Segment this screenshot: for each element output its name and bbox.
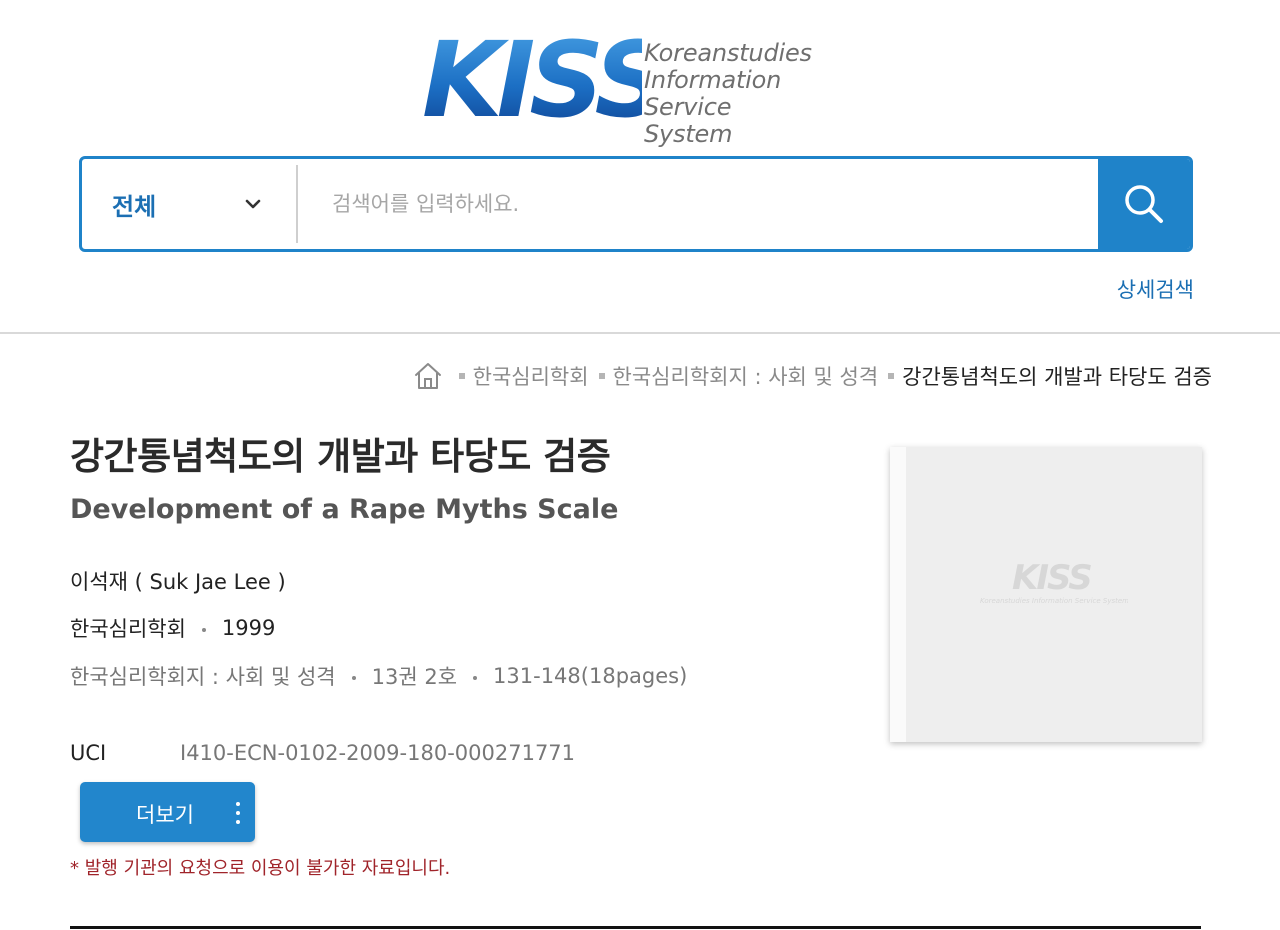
svg-text:Koreanstudies Information Serv: Koreanstudies Information Service System xyxy=(980,597,1128,605)
cover-kiss-logo: KISS Koreanstudies Information Service S… xyxy=(980,558,1128,605)
page-range: 131-148(18pages) xyxy=(493,664,688,688)
uci-value: I410-ECN-0102-2009-180-000271771 xyxy=(180,741,576,765)
separator-dot xyxy=(351,676,356,680)
publisher-info: 한국심리학회 1999 xyxy=(70,613,275,643)
journal-volume: 13권 2호 xyxy=(371,665,458,689)
breadcrumb-item-current: 강간통념척도의 개발과 타당도 검증 xyxy=(902,365,1212,389)
svg-text:KISS: KISS xyxy=(1012,558,1091,598)
section-divider xyxy=(70,926,1201,929)
search-button[interactable] xyxy=(1098,159,1190,249)
home-icon[interactable] xyxy=(413,361,443,391)
more-button[interactable]: 더보기 xyxy=(80,782,255,842)
advanced-search-link[interactable]: 상세검색 xyxy=(1117,274,1194,304)
breadcrumb-separator xyxy=(458,373,465,379)
separator-dot xyxy=(473,676,478,680)
journal-cover-thumbnail: KISS Koreanstudies Information Service S… xyxy=(890,447,1202,742)
cover-spine xyxy=(890,447,906,742)
journal-link[interactable]: 한국심리학회지 : 사회 및 성격 xyxy=(70,661,336,691)
search-input[interactable] xyxy=(298,159,1098,249)
article-title-korean: 강간통념척도의 개발과 타당도 검증 xyxy=(70,435,611,478)
chevron-down-icon xyxy=(245,199,261,209)
logo-line-2: Information xyxy=(644,66,782,94)
search-bar: 전체 xyxy=(79,156,1193,252)
kebab-menu-icon xyxy=(235,802,241,824)
kiss-logo[interactable]: KISS Koreanstudies Information Service S… xyxy=(420,18,820,148)
article-author[interactable]: 이석재 ( Suk Jae Lee ) xyxy=(70,566,286,596)
publication-year: 1999 xyxy=(221,616,276,640)
kiss-logo-text: Koreanstudies Information Service System xyxy=(644,40,820,148)
access-notice: * 발행 기관의 요청으로 이용이 불가한 자료입니다. xyxy=(70,858,451,879)
search-scope-label: 전체 xyxy=(112,192,157,221)
header-divider xyxy=(0,332,1280,334)
search-scope-dropdown[interactable]: 전체 xyxy=(82,159,298,249)
publisher-link[interactable]: 한국심리학회 xyxy=(70,613,186,643)
search-icon xyxy=(1125,185,1163,223)
uci-label: UCI xyxy=(70,741,107,765)
article-title-english: Development of a Rape Myths Scale xyxy=(70,494,619,525)
breadcrumb-separator xyxy=(888,373,895,379)
svg-text:KISS: KISS xyxy=(422,22,642,122)
more-button-label: 더보기 xyxy=(136,803,194,827)
logo-line-1: Koreanstudies xyxy=(644,39,812,67)
breadcrumb-item-publisher[interactable]: 한국심리학회 xyxy=(473,361,589,391)
journal-info: 한국심리학회지 : 사회 및 성격 13권 2호 131-148(18pages… xyxy=(70,661,687,691)
breadcrumb-item-journal[interactable]: 한국심리학회지 : 사회 및 성격 xyxy=(613,361,879,391)
separator-dot xyxy=(201,628,206,632)
kiss-logo-mark: KISS xyxy=(422,22,642,122)
breadcrumb-separator xyxy=(598,373,605,379)
breadcrumb: 한국심리학회 한국심리학회지 : 사회 및 성격 강간통념척도의 개발과 타당도… xyxy=(413,360,1212,392)
logo-line-3: Service System xyxy=(644,93,733,148)
